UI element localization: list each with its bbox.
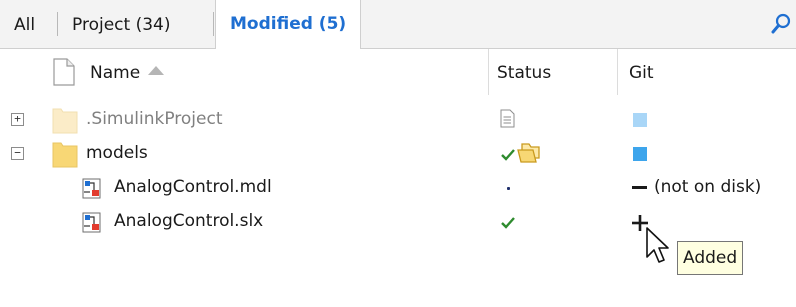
tab-divider — [57, 12, 58, 36]
sort-ascending-icon — [148, 66, 165, 75]
column-header-name-label: Name — [90, 63, 141, 83]
column-header-status[interactable]: Status — [497, 63, 551, 83]
tree-row[interactable]: − models — [0, 139, 796, 169]
search-button[interactable] — [766, 8, 796, 40]
document-icon — [500, 109, 515, 128]
column-divider[interactable] — [617, 49, 618, 95]
mouse-pointer-icon — [646, 227, 669, 263]
column-divider[interactable] — [488, 49, 489, 95]
folder-outline-icon — [517, 143, 540, 163]
row-name: AnalogControl.mdl — [114, 177, 272, 197]
row-name: models — [86, 143, 148, 163]
folder-icon — [52, 108, 78, 134]
tab-modified[interactable]: Modified (5) — [215, 0, 362, 49]
git-status-square-icon — [633, 113, 647, 127]
git-status-square-icon — [633, 147, 647, 161]
check-icon — [501, 149, 515, 161]
simulink-model-icon — [82, 178, 101, 199]
view-tab-strip: All Project (34) Modified (5) — [0, 0, 796, 49]
tree-row[interactable]: + .SimulinkProject — [0, 105, 796, 135]
row-name: .SimulinkProject — [86, 109, 223, 129]
column-header-name[interactable]: Name — [90, 63, 165, 83]
tooltip: Added — [677, 241, 744, 275]
folder-icon — [52, 142, 78, 168]
tab-all[interactable]: All — [8, 12, 41, 38]
simulink-model-icon — [82, 212, 101, 233]
check-icon — [501, 217, 515, 229]
column-header-git[interactable]: Git — [629, 63, 654, 83]
collapse-button[interactable]: − — [11, 147, 24, 160]
tree-row[interactable]: AnalogControl.mdl (not on disk) — [0, 173, 796, 203]
row-name: AnalogControl.slx — [114, 211, 264, 231]
tree-row[interactable]: AnalogControl.slx — [0, 207, 796, 237]
minus-icon — [632, 186, 647, 189]
tab-divider — [213, 12, 214, 36]
tab-project[interactable]: Project (34) — [66, 12, 176, 38]
file-column-icon — [53, 58, 75, 86]
dot-icon — [507, 187, 510, 190]
git-status-text: (not on disk) — [654, 177, 762, 197]
magnifier-icon — [771, 13, 791, 34]
expand-button[interactable]: + — [11, 113, 24, 126]
